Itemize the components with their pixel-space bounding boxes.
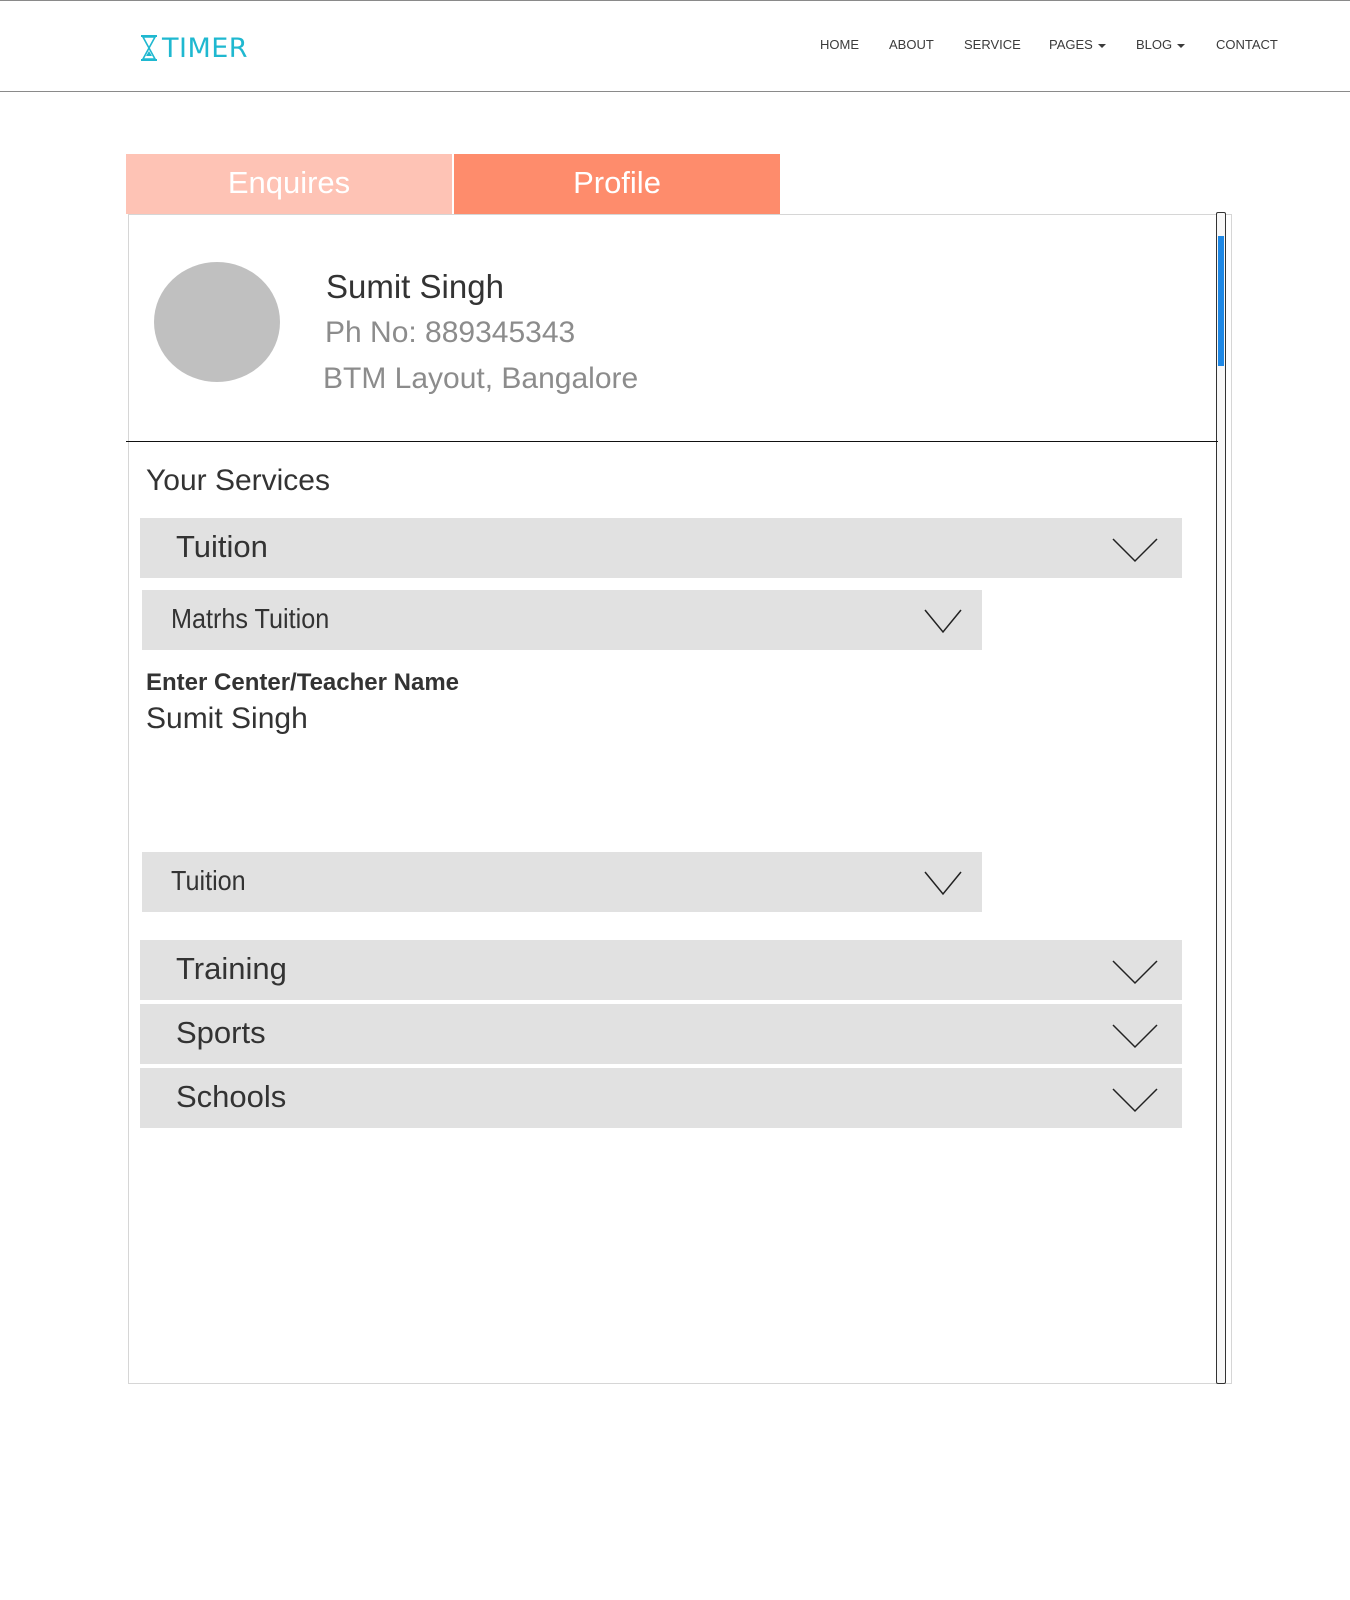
accordion-tuition[interactable]: Tuition [140,518,1182,578]
nav-service[interactable]: SERVICE [964,37,1021,52]
profile-phone: Ph No: 889345343 [325,316,576,349]
services-title: Your Services [146,464,330,497]
nav-blog[interactable]: BLOG [1136,37,1186,52]
nav-pages[interactable]: PAGES [1049,37,1106,52]
accordion-label: Tuition [176,529,268,564]
caret-down-icon [1097,43,1106,48]
profile-location: BTM Layout, Bangalore [323,362,639,395]
tab-profile[interactable]: Profile [454,154,780,214]
nav-contact[interactable]: CONTACT [1216,37,1278,52]
caret-down-icon [1177,43,1186,48]
scrollbar-thumb[interactable] [1218,236,1224,366]
nav-about[interactable]: ABOUT [889,37,934,52]
chevron-down-icon [1112,1088,1158,1113]
main-nav: HOME ABOUT SERVICE PAGES BLOG CONTACT [0,37,1350,57]
accordion-label: Schools [176,1079,287,1114]
subcategory-select-2[interactable]: Tuition [142,852,982,912]
chevron-down-icon [924,871,962,896]
accordion-label: Sports [176,1015,266,1050]
tab-enquires[interactable]: Enquires [126,154,452,214]
accordion-label: Training [176,951,287,986]
select-value: Tuition [171,865,246,896]
nav-pages-label: PAGES [1049,37,1093,52]
accordion-training[interactable]: Training [140,940,1182,1000]
profile-panel [128,214,1232,1384]
top-navbar: TIMER HOME ABOUT SERVICE PAGES BLOG CONT… [0,0,1350,92]
avatar[interactable] [154,262,280,382]
profile-name: Sumit Singh [326,268,504,305]
chevron-down-icon [1112,1024,1158,1049]
chevron-down-icon [924,609,962,634]
nav-home[interactable]: HOME [820,37,859,52]
panel-scrollbar[interactable] [1216,212,1226,1384]
subcategory-select[interactable]: Matrhs Tuition [142,590,982,650]
profile-divider [126,441,1218,442]
chevron-down-icon [1112,538,1158,563]
select-value: Matrhs Tuition [171,603,330,634]
accordion-sports[interactable]: Sports [140,1004,1182,1064]
nav-blog-label: BLOG [1136,37,1173,52]
center-name-label: Enter Center/Teacher Name [146,669,460,696]
accordion-schools[interactable]: Schools [140,1068,1182,1128]
center-name-input[interactable]: Sumit Singh [146,702,308,736]
chevron-down-icon [1112,960,1158,985]
